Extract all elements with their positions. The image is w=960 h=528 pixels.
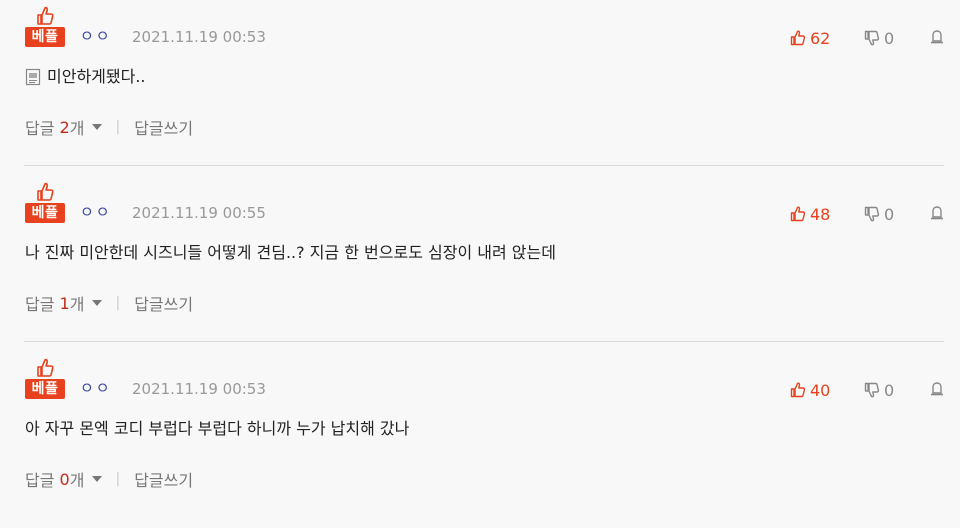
best-comment-badge: 베플 [25, 358, 65, 400]
comment-body: 나 진짜 미안한데 시즈니들 어떻게 견딤..? 지금 한 번으로도 심장이 내… [25, 242, 556, 264]
reply-toggle[interactable]: 답글 1개 [25, 291, 115, 315]
like-count: 48 [810, 204, 831, 224]
author-nickname[interactable]: ㅇㅇ [80, 378, 112, 398]
divider [24, 165, 944, 166]
best-label: 베플 [25, 203, 65, 223]
dislike-count: 0 [884, 380, 895, 400]
comment-body: 아 자꾸 몬엑 코디 부럽다 부럽다 하니까 누가 납치해 갔나 [25, 418, 409, 440]
dislike-button[interactable]: 0 [864, 27, 894, 49]
thumbs-up-icon [790, 206, 806, 222]
comment-text: 아 자꾸 몬엑 코디 부럽다 부럽다 하니까 누가 납치해 갔나 [25, 419, 410, 438]
comment-timestamp: 2021.11.19 00:53 [132, 380, 266, 398]
best-label: 베플 [25, 27, 65, 47]
separator: | [115, 471, 121, 487]
comment-text: 나 진짜 미안한데 시즈니들 어떻게 견딤..? 지금 한 번으로도 심장이 내… [25, 243, 556, 262]
write-reply-link[interactable]: 답글쓰기 [134, 467, 193, 491]
divider [24, 341, 944, 342]
thumbs-down-icon [864, 382, 880, 398]
reply-bar: 답글 2개 | 답글쓰기 [25, 115, 193, 139]
comment-timestamp: 2021.11.19 00:53 [132, 28, 266, 46]
report-icon[interactable] [929, 381, 945, 397]
like-button[interactable]: 40 [790, 379, 830, 401]
reply-bar: 답글 1개 | 답글쓰기 [25, 291, 193, 315]
author-nickname[interactable]: ㅇㅇ [80, 26, 112, 46]
reply-bar: 답글 0개 | 답글쓰기 [25, 467, 193, 491]
reply-unit: 개 [69, 119, 85, 138]
thumbs-up-icon [37, 182, 54, 201]
comment-timestamp: 2021.11.19 00:55 [132, 204, 266, 222]
best-comment-badge: 베플 [25, 182, 65, 224]
separator: | [115, 119, 121, 135]
comment-item: 베플 ㅇㅇ 2021.11.19 00:53 40 0 아 자꾸 몬엑 코디 부… [0, 352, 960, 528]
like-button[interactable]: 62 [790, 27, 830, 49]
caret-down-icon [92, 476, 103, 482]
report-icon[interactable] [929, 205, 945, 221]
thumbs-up-icon [790, 30, 806, 46]
reply-label: 답글 [25, 295, 55, 314]
thumbs-up-icon [790, 382, 806, 398]
reply-label: 답글 [25, 471, 55, 490]
write-reply-link[interactable]: 답글쓰기 [134, 291, 193, 315]
dislike-count: 0 [884, 28, 895, 48]
best-label: 베플 [25, 379, 65, 399]
thumbs-down-icon [864, 30, 880, 46]
caret-down-icon [92, 124, 103, 130]
like-button[interactable]: 48 [790, 203, 830, 225]
thumbs-up-icon [37, 358, 54, 377]
write-reply-link[interactable]: 답글쓰기 [134, 115, 193, 139]
like-count: 40 [810, 380, 831, 400]
best-comment-badge: 베플 [25, 6, 65, 48]
comment-item: 베플 ㅇㅇ 2021.11.19 00:55 48 0 나 진짜 미안한데 시즈… [0, 176, 960, 352]
reply-unit: 개 [69, 295, 85, 314]
reply-unit: 개 [69, 471, 85, 490]
dislike-button[interactable]: 0 [864, 203, 894, 225]
dislike-count: 0 [884, 204, 895, 224]
report-icon[interactable] [929, 29, 945, 45]
thumbs-down-icon [864, 206, 880, 222]
reply-toggle[interactable]: 답글 0개 [25, 467, 115, 491]
reply-label: 답글 [25, 119, 55, 138]
reply-toggle[interactable]: 답글 2개 [25, 115, 115, 139]
comment-text: 미안하게됐다.. [47, 67, 146, 86]
comment-body: 미안하게됐다.. [25, 66, 146, 88]
comment-item: 베플 ㅇㅇ 2021.11.19 00:53 62 0 미안하게됐다.. 답글 … [0, 0, 960, 176]
reply-count: 2 [59, 117, 70, 137]
document-icon [25, 68, 41, 86]
separator: | [115, 295, 121, 311]
thumbs-up-icon [37, 6, 54, 25]
caret-down-icon [92, 300, 103, 306]
like-count: 62 [810, 28, 831, 48]
reply-count: 0 [59, 469, 70, 489]
author-nickname[interactable]: ㅇㅇ [80, 202, 112, 222]
reply-count: 1 [59, 293, 70, 313]
dislike-button[interactable]: 0 [864, 379, 894, 401]
